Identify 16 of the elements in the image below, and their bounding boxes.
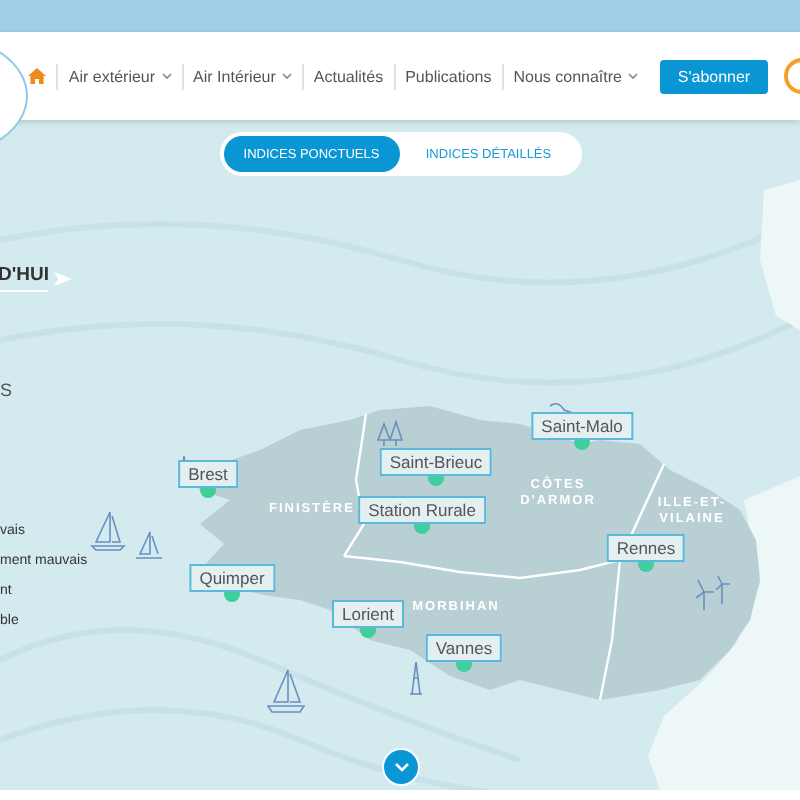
station-label[interactable]: Quimper	[189, 564, 275, 592]
section-subheading: S	[0, 380, 15, 400]
nav-link[interactable]: Nous connaître	[501, 63, 648, 89]
station-label[interactable]: Vannes	[425, 634, 503, 662]
nav-link[interactable]: Air Intérieur	[181, 63, 302, 89]
station-label[interactable]: Lorient	[332, 600, 404, 628]
subscribe-button[interactable]: S'abonner	[660, 59, 768, 93]
nav-link[interactable]: Publications	[393, 63, 502, 89]
station-label[interactable]: Rennes	[606, 534, 686, 562]
section-heading: D'HUI	[0, 264, 49, 292]
station-label[interactable]: Station Rurale	[358, 496, 486, 524]
nav-link[interactable]: Actualités	[301, 63, 394, 89]
nav-link[interactable]: Air extérieur	[56, 63, 182, 89]
station-label[interactable]: Saint-Brieuc	[379, 448, 493, 476]
station-label[interactable]: Brest	[178, 460, 238, 488]
station-label[interactable]: Saint-Malo	[531, 412, 633, 440]
